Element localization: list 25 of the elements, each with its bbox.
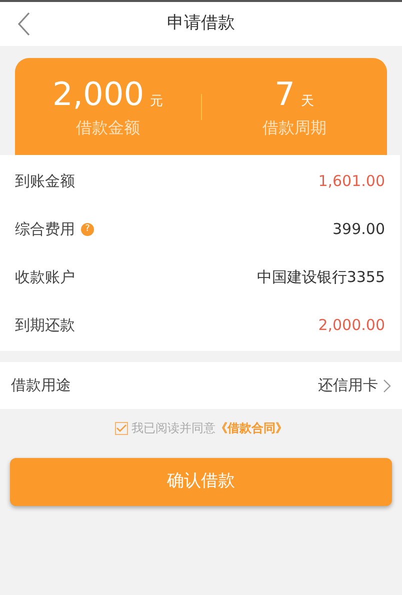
agreement-checkbox[interactable] xyxy=(114,422,128,434)
help-icon[interactable]: ? xyxy=(81,222,94,236)
detail-value: 中国建设银行3355 xyxy=(256,266,385,288)
detail-label: 综合费用 xyxy=(15,218,75,240)
agreement-text: 我已阅读并同意 xyxy=(132,420,216,437)
purpose-label: 借款用途 xyxy=(11,375,71,396)
back-icon xyxy=(17,11,31,37)
summary-unit: 元 xyxy=(150,92,164,110)
detail-value: 2,000.00 xyxy=(318,314,385,336)
detail-value: 1,601.00 xyxy=(318,170,385,192)
contract-link[interactable]: 《借款合同》 xyxy=(216,419,288,437)
summary-label: 借款周期 xyxy=(262,116,326,138)
purpose-value: 还信用卡 xyxy=(318,375,378,396)
detail-label: 到期还款 xyxy=(15,314,75,336)
chevron-icon xyxy=(383,378,391,392)
purpose-row[interactable]: 借款用途 还信用卡 xyxy=(0,362,402,409)
detail-label: 到账金额 xyxy=(15,170,75,192)
summary-value: 7 xyxy=(274,74,295,114)
summary-value: 2,000 xyxy=(52,74,144,114)
summary-unit: 天 xyxy=(300,92,314,110)
detail-value: 399.00 xyxy=(332,218,385,240)
summary-label: 借款金额 xyxy=(76,116,140,138)
detail-label: 收款账户 xyxy=(15,266,75,288)
page-title: 申请借款 xyxy=(167,12,235,36)
confirm-button[interactable]: 确认借款 xyxy=(10,458,392,506)
